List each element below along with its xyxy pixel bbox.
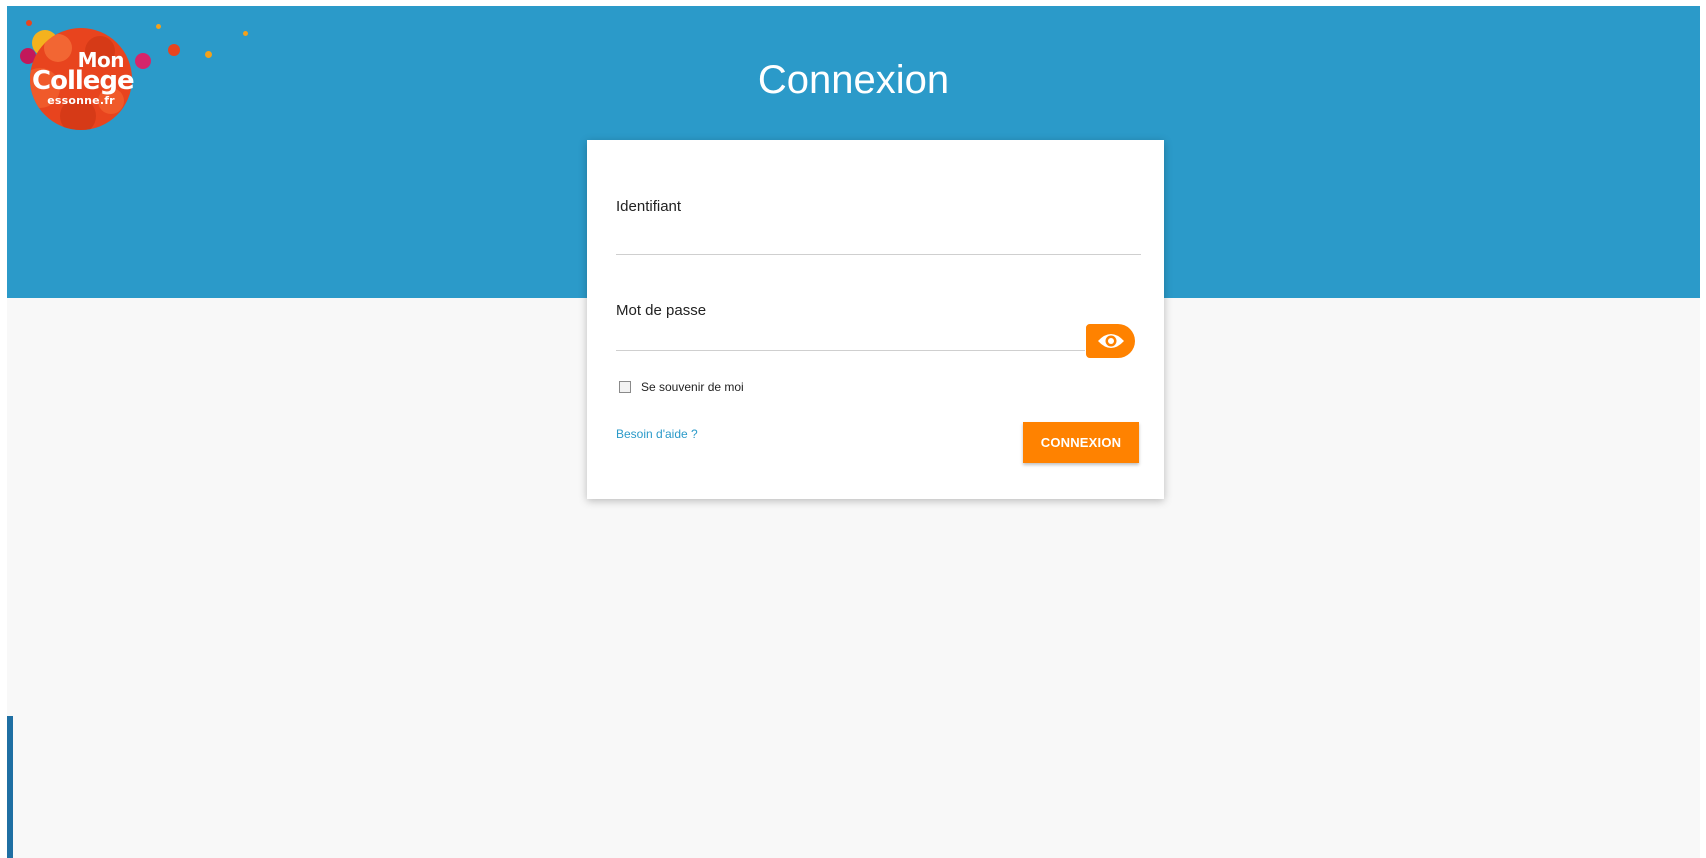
eye-icon <box>1097 334 1124 348</box>
password-input[interactable] <box>616 320 1085 351</box>
login-button[interactable]: CONNEXION <box>1023 422 1139 463</box>
logo-dot <box>205 51 212 58</box>
page: Mon College essonne.fr Connexion Identif… <box>7 6 1700 858</box>
username-label: Identifiant <box>616 198 682 215</box>
logo-dot <box>243 31 248 36</box>
logo-dot <box>156 24 161 29</box>
logo-dot <box>168 44 180 56</box>
remember-me[interactable]: Se souvenir de moi <box>619 380 744 394</box>
logo-dot <box>26 20 32 26</box>
password-label: Mot de passe <box>616 302 707 319</box>
username-input[interactable] <box>616 224 1141 255</box>
remember-checkbox[interactable] <box>619 381 631 393</box>
show-password-button[interactable] <box>1086 324 1135 358</box>
help-link[interactable]: Besoin d'aide ? <box>616 427 698 441</box>
login-card: Identifiant Mot de passe Se souvenir de … <box>587 140 1164 499</box>
left-edge-decoration <box>7 716 13 858</box>
page-title: Connexion <box>757 58 950 102</box>
remember-label: Se souvenir de moi <box>641 380 744 394</box>
